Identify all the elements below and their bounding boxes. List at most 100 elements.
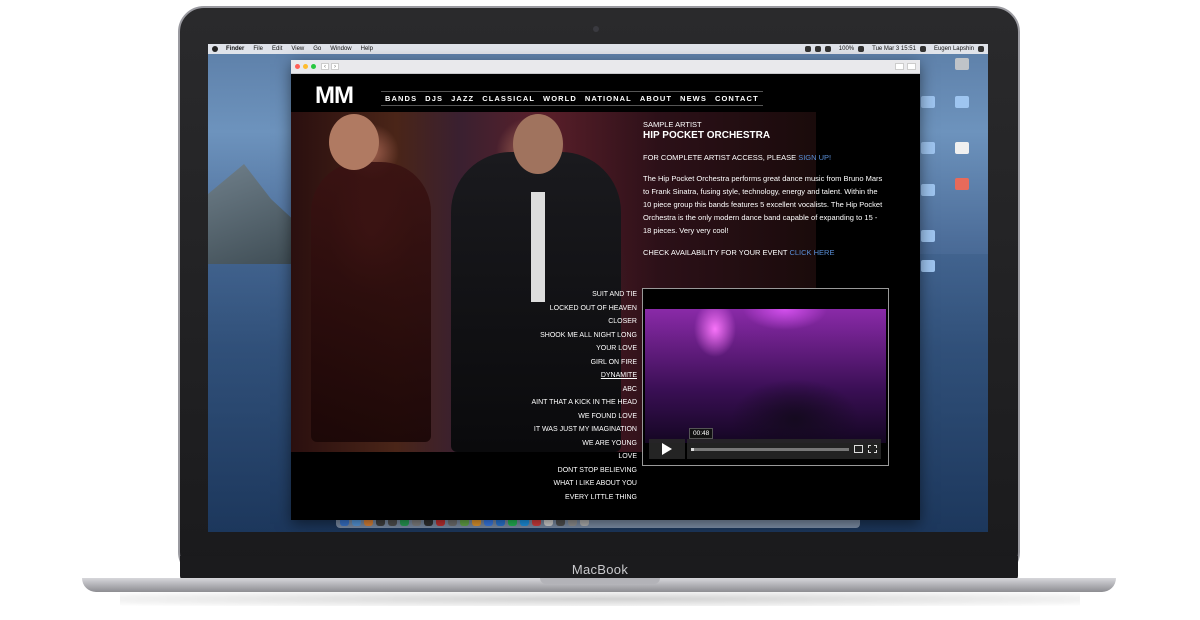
desktop-icon-folder[interactable]: [942, 96, 982, 110]
song-item[interactable]: SUIT AND TIE: [491, 288, 637, 302]
share-button[interactable]: [895, 63, 904, 70]
browser-toolbar: ‹ ›: [291, 60, 920, 74]
play-button[interactable]: [649, 439, 685, 459]
document-icon: [955, 178, 969, 190]
website: MM BANDS DJS JAZZ CLASSICAL WORLD NATION…: [291, 74, 920, 520]
tabs-button[interactable]: [907, 63, 916, 70]
hero-singer-man-head: [513, 114, 563, 174]
artist-eyebrow: SAMPLE ARTIST: [643, 120, 702, 129]
song-item[interactable]: LOCKED OUT OF HEAVEN: [491, 302, 637, 316]
menu-go[interactable]: Go: [313, 46, 321, 52]
back-button[interactable]: ‹: [321, 63, 329, 70]
desktop-icon-document[interactable]: [942, 142, 982, 156]
menu-finder[interactable]: Finder: [226, 46, 244, 52]
laptop-brand: MacBook: [571, 562, 629, 577]
song-item[interactable]: EVERY LITTLE THING: [491, 491, 637, 505]
fullscreen-icon[interactable]: [868, 445, 877, 453]
nav-contact[interactable]: CONTACT: [715, 94, 759, 103]
access-line: FOR COMPLETE ARTIST ACCESS, PLEASE SIGN …: [643, 153, 883, 162]
song-item[interactable]: LOVE: [491, 450, 637, 464]
artist-info: SAMPLE ARTIST HIP POCKET ORCHESTRA FOR C…: [643, 120, 883, 257]
song-item[interactable]: DONT STOP BELIEVING: [491, 464, 637, 478]
volume-icon[interactable]: [824, 46, 831, 52]
song-item[interactable]: WE ARE YOUNG: [491, 437, 637, 451]
folder-icon: [921, 230, 935, 242]
folder-icon: [955, 96, 969, 108]
nav-news[interactable]: NEWS: [680, 94, 707, 103]
video-player[interactable]: 00:48: [642, 288, 889, 466]
menu-user[interactable]: Eugen Lapshin: [934, 46, 974, 52]
nav-about[interactable]: ABOUT: [640, 94, 672, 103]
artist-name: HIP POCKET ORCHESTRA: [643, 130, 771, 141]
desktop-icon-disk[interactable]: [942, 58, 982, 72]
play-icon: [662, 443, 672, 455]
hero-singer-woman-head: [329, 114, 379, 170]
menu-window[interactable]: Window: [330, 46, 351, 52]
status-icon[interactable]: [804, 46, 811, 52]
menu-help[interactable]: Help: [361, 46, 373, 52]
browser-window: ‹ › MM BANDS DJS JAZZ CLASSICAL WORLD NA…: [291, 60, 920, 520]
menu-bar-status: 100% Tue Mar 3 15:51 Eugen Lapshin: [801, 46, 984, 52]
video-progress-fill: [691, 447, 695, 451]
access-text: FOR COMPLETE ARTIST ACCESS, PLEASE: [643, 153, 797, 162]
nav-national[interactable]: NATIONAL: [585, 94, 632, 103]
browser-actions: [895, 63, 916, 70]
folder-icon: [921, 184, 935, 196]
video-time: 00:48: [689, 428, 714, 439]
song-item[interactable]: SHOOK ME ALL NIGHT LONG: [491, 329, 637, 343]
folder-icon: [921, 260, 935, 272]
close-button[interactable]: [295, 64, 300, 69]
battery-level[interactable]: 100%: [839, 46, 854, 52]
document-icon: [955, 142, 969, 154]
video-scrubber[interactable]: [691, 447, 849, 451]
song-item[interactable]: DYNAMITE: [491, 369, 637, 383]
song-list: SUIT AND TIE LOCKED OUT OF HEAVEN CLOSER SH…: [491, 288, 637, 504]
song-item[interactable]: AINT THAT A KICK IN THE HEAD: [491, 396, 637, 410]
apple-icon[interactable]: [212, 46, 218, 52]
minimize-button[interactable]: [303, 64, 308, 69]
camera-icon: [593, 26, 599, 32]
nav-djs[interactable]: DJS: [425, 94, 443, 103]
laptop-notch: [540, 578, 660, 584]
airplay-icon[interactable]: [854, 445, 863, 453]
song-item[interactable]: ABC: [491, 383, 637, 397]
hero-singer-man-shirt: [531, 192, 545, 302]
menu-bar: Finder File Edit View Go Window Help 100…: [208, 44, 988, 54]
video-frame[interactable]: [645, 309, 886, 443]
nav-jazz[interactable]: JAZZ: [451, 94, 474, 103]
folder-icon: [921, 96, 935, 108]
menu-clock[interactable]: Tue Mar 3 15:51: [872, 46, 916, 52]
flag-icon[interactable]: [858, 46, 865, 52]
wallpaper-cliff: [208, 164, 298, 264]
desktop-icon-document[interactable]: [942, 178, 982, 192]
wifi-icon[interactable]: [814, 46, 821, 52]
song-item[interactable]: WHAT I LIKE ABOUT YOU: [491, 477, 637, 491]
menu-file[interactable]: File: [253, 46, 263, 52]
site-logo[interactable]: MM: [315, 82, 354, 110]
stage: Finder File Edit View Go Window Help 100…: [0, 0, 1200, 620]
menu-view[interactable]: View: [291, 46, 304, 52]
list-icon[interactable]: [978, 46, 984, 52]
availability-line: CHECK AVAILABILITY FOR YOUR EVENT CLICK …: [643, 248, 883, 257]
disk-icon: [955, 58, 969, 70]
folder-icon: [921, 142, 935, 154]
nav-bands[interactable]: BANDS: [385, 94, 417, 103]
search-icon[interactable]: [919, 46, 926, 52]
song-item[interactable]: GIRL ON FIRE: [491, 356, 637, 370]
artist-description: The Hip Pocket Orchestra performs great …: [643, 174, 883, 235]
laptop-screen: Finder File Edit View Go Window Help 100…: [208, 44, 988, 532]
song-item[interactable]: CLOSER: [491, 315, 637, 329]
hero-singer-woman: [311, 162, 431, 442]
sign-up-link[interactable]: SIGN UP!: [798, 153, 831, 162]
availability-text: CHECK AVAILABILITY FOR YOUR EVENT: [643, 248, 788, 257]
nav-world[interactable]: WORLD: [543, 94, 577, 103]
song-item[interactable]: WE FOUND LOVE: [491, 410, 637, 424]
zoom-button[interactable]: [311, 64, 316, 69]
song-item[interactable]: IT WAS JUST MY IMAGINATION: [491, 423, 637, 437]
click-here-link[interactable]: CLICK HERE: [789, 248, 834, 257]
forward-button[interactable]: ›: [331, 63, 339, 70]
song-item[interactable]: YOUR LOVE: [491, 342, 637, 356]
nav-classical[interactable]: CLASSICAL: [482, 94, 535, 103]
menu-edit[interactable]: Edit: [272, 46, 282, 52]
site-nav: BANDS DJS JAZZ CLASSICAL WORLD NATIONAL …: [381, 91, 763, 106]
